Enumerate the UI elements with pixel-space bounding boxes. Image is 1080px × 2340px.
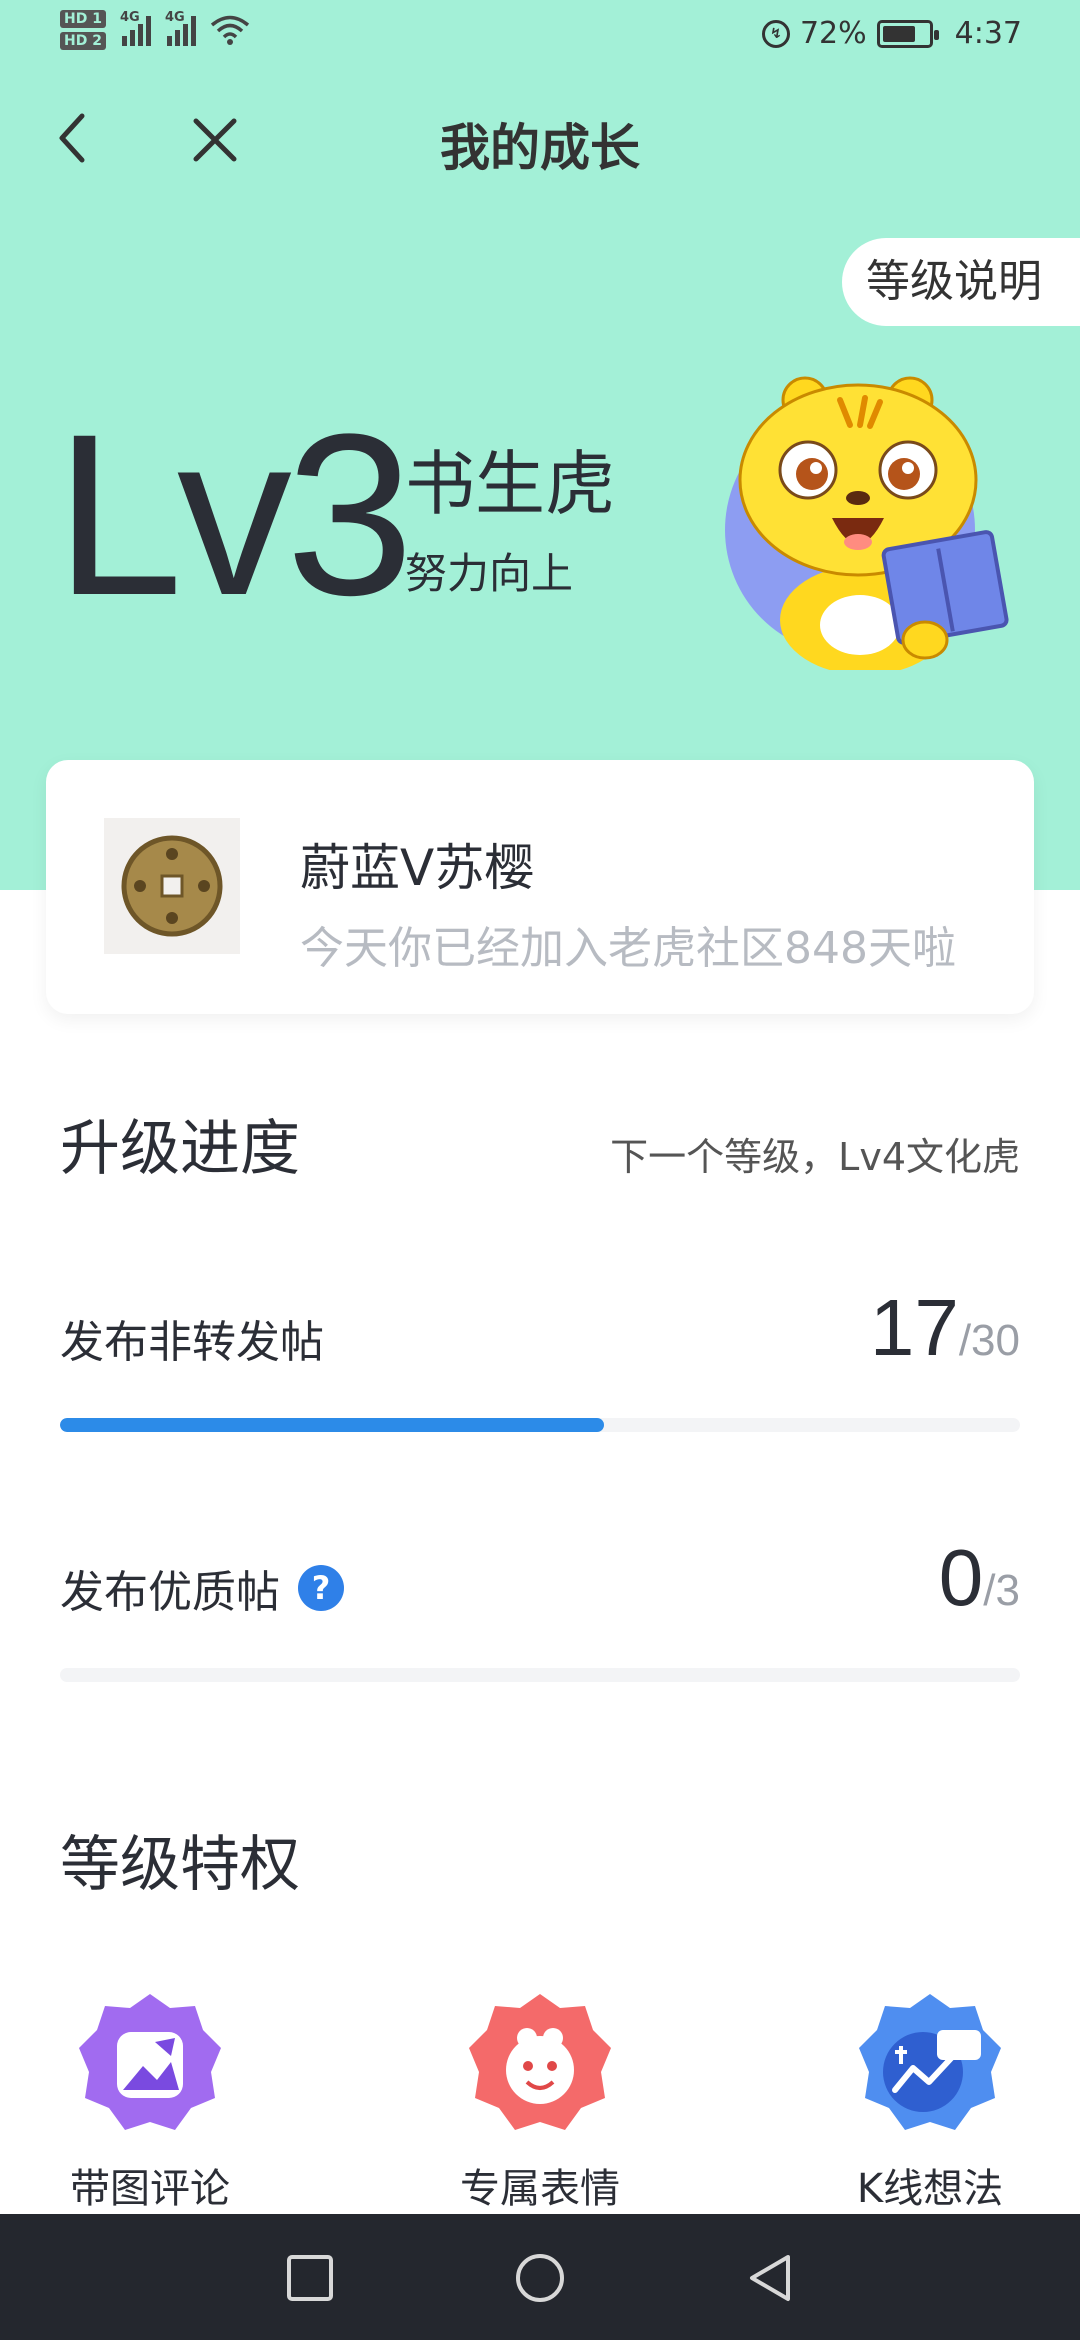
home-icon[interactable] (514, 2252, 566, 2304)
privilege-image-comment[interactable]: 带图评论 (50, 1990, 250, 2214)
level-name: 书生虎 (405, 443, 615, 525)
back-icon[interactable] (744, 2252, 796, 2304)
system-nav-bar (0, 2214, 1080, 2340)
tiger-mascot-icon (725, 376, 1009, 670)
username: 蔚蓝V苏樱 (300, 839, 535, 897)
progress-bar-quality (60, 1668, 1020, 1682)
task-row-quality: 发布优质帖 ? (60, 1556, 344, 1620)
wifi-icon (210, 15, 250, 45)
sticker-icon (469, 1994, 611, 2130)
next-level-text: 下一个等级，Lv4文化虎 (610, 1135, 1020, 1179)
battery-percent: 72% (799, 16, 867, 51)
profile-card: 蔚蓝V苏樱 今天你已经加入老虎社区848天啦 (46, 760, 1034, 1014)
privilege-label: K线想法 (856, 2166, 1004, 2212)
privilege-label: 带图评论 (70, 2166, 230, 2212)
kline-idea-icon (859, 1994, 1001, 2130)
recent-apps-icon[interactable] (284, 2252, 336, 2304)
task-label-posts: 发布非转发帖 (60, 1317, 324, 1368)
signal1-icon: 4G (120, 10, 151, 46)
level-tagline: 努力向上 (405, 549, 574, 598)
privileges-section-title: 等级特权 (60, 1830, 300, 1900)
hd-badges: HD 1 HD 2 (60, 10, 106, 50)
battery-icon (876, 19, 939, 48)
progress-bar-posts (60, 1418, 1020, 1432)
task-count-quality: 0 /3 (939, 1532, 1020, 1624)
task-count-posts: 17 /30 (870, 1282, 1020, 1374)
signal2-icon: 4G (165, 10, 196, 46)
clock: 4:37 (954, 16, 1022, 51)
progress-fill-posts (60, 1418, 605, 1432)
help-icon[interactable]: ? (298, 1565, 344, 1611)
hd2-badge: HD 2 (60, 32, 106, 50)
privilege-label: 专属表情 (460, 2166, 620, 2212)
status-bar: HD 1 HD 2 4G 4G ↯ 72% 4:37 (0, 0, 1080, 78)
task-total-quality: /3 (983, 1566, 1020, 1615)
power-saving-icon: ↯ (761, 19, 790, 48)
image-comment-icon (79, 1994, 221, 2130)
level-description-button[interactable]: 等级说明 (842, 238, 1080, 326)
task-current-posts: 17 (869, 1283, 959, 1372)
task-label-quality: 发布优质帖 (60, 1567, 280, 1618)
joined-days-text: 今天你已经加入老虎社区848天啦 (300, 923, 956, 974)
avatar[interactable] (104, 818, 240, 954)
page-title: 我的成长 (440, 119, 640, 177)
level-number: Lv3 (55, 386, 414, 643)
privilege-sticker[interactable]: 专属表情 (440, 1990, 640, 2214)
hd1-badge: HD 1 (60, 10, 106, 28)
task-total-posts: /30 (958, 1316, 1020, 1365)
progress-section-title: 升级进度 (60, 1114, 300, 1184)
task-current-quality: 0 (938, 1533, 984, 1622)
privilege-kline[interactable]: K线想法 (830, 1990, 1030, 2214)
